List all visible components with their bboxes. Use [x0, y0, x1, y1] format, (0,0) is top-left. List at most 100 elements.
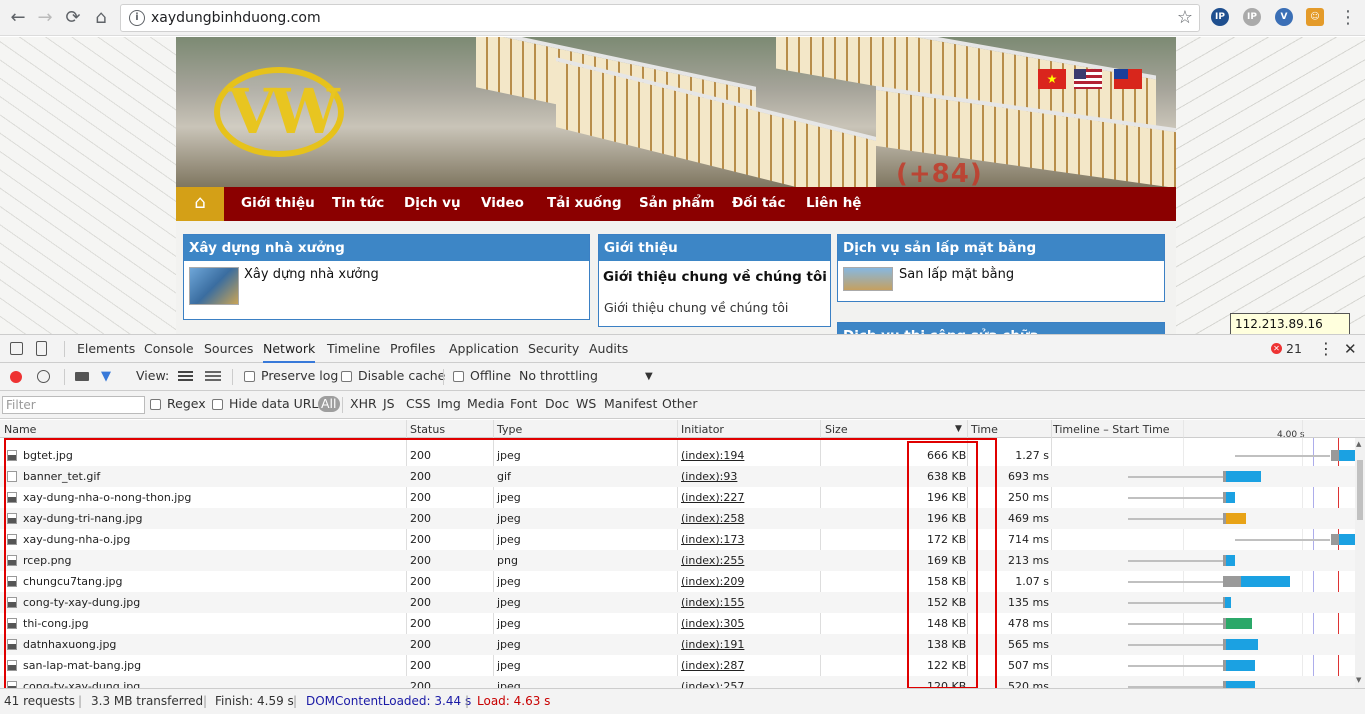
dom-content-loaded: DOMContentLoaded: 3.44 s	[306, 694, 472, 708]
taiwan-flag-icon[interactable]	[1114, 69, 1142, 89]
device-toolbar-icon[interactable]	[36, 341, 47, 356]
filter-other[interactable]: Other	[662, 396, 698, 411]
network-table-header: Name Status Type Initiator Size ▼ Time T…	[0, 420, 1365, 440]
clear-icon[interactable]	[37, 370, 50, 383]
vietnam-flag-icon[interactable]: ★	[1038, 69, 1066, 89]
tab-sources[interactable]: Sources	[204, 335, 253, 363]
column-type[interactable]: Type	[497, 423, 522, 436]
regex-label: Regex	[167, 396, 206, 411]
ip-extension-2-icon[interactable]: IP	[1243, 8, 1261, 26]
filter-xhr[interactable]: XHR	[350, 396, 377, 411]
tab-security[interactable]: Security	[528, 335, 579, 363]
box-thumbnail[interactable]	[189, 267, 239, 305]
column-time[interactable]: Time	[971, 423, 998, 436]
table-scrollbar[interactable]: ▲ ▼	[1355, 438, 1365, 688]
chevron-down-icon[interactable]: ▼	[645, 371, 653, 382]
overview-icon[interactable]	[205, 371, 221, 382]
menu-item-tai-xuong[interactable]: Tải xuống	[547, 187, 622, 221]
box-thumbnail[interactable]	[843, 267, 893, 291]
devtools-menu-icon[interactable]: ⋮	[1318, 335, 1334, 363]
timeline-queue-line	[1127, 644, 1224, 646]
load-time: Load: 4.63 s	[477, 694, 551, 708]
v-extension-icon[interactable]: V	[1275, 8, 1293, 26]
logo-mark: VW	[228, 75, 340, 148]
record-icon[interactable]	[10, 371, 22, 383]
menu-item-san-pham[interactable]: Sản phẩm	[639, 187, 715, 221]
hide-data-urls-checkbox[interactable]	[212, 399, 223, 410]
tab-timeline[interactable]: Timeline	[327, 335, 380, 363]
filter-manifest[interactable]: Manifest	[604, 396, 657, 411]
column-size[interactable]: Size	[825, 423, 848, 436]
highlight-box-size	[907, 441, 978, 689]
menu-item-dich-vu[interactable]: Dịch vụ	[404, 187, 461, 221]
hide-data-urls-label: Hide data URLs	[229, 396, 325, 411]
tab-console[interactable]: Console	[144, 335, 194, 363]
column-timeline[interactable]: Timeline – Start Time	[1053, 423, 1170, 436]
ip-extension-icon[interactable]: IP	[1211, 8, 1229, 26]
sort-desc-icon[interactable]: ▼	[955, 424, 962, 434]
face-extension-icon[interactable]: ☺	[1306, 8, 1324, 26]
box-heading[interactable]: Giới thiệu chung về chúng tôi	[603, 269, 827, 285]
box-link[interactable]: San lấp mặt bằng	[899, 267, 1014, 282]
bookmark-star-icon[interactable]: ☆	[1177, 7, 1193, 28]
large-rows-icon[interactable]	[178, 371, 193, 382]
column-initiator[interactable]: Initiator	[681, 423, 724, 436]
home-menu-icon[interactable]: ⌂	[176, 187, 224, 221]
preserve-log-checkbox[interactable]	[244, 371, 255, 382]
capture-screenshots-icon[interactable]	[75, 372, 89, 381]
timeline-receive-bar	[1225, 597, 1231, 608]
box-title[interactable]: Giới thiệu	[599, 235, 830, 261]
forward-icon[interactable]: →	[33, 6, 57, 30]
filter-css[interactable]: CSS	[406, 396, 431, 411]
throttling-select[interactable]: No throttling	[519, 368, 598, 383]
offline-checkbox[interactable]	[453, 371, 464, 382]
home-icon[interactable]: ⌂	[89, 6, 113, 30]
inspect-element-icon[interactable]	[10, 342, 23, 355]
timeline-receive-bar	[1240, 576, 1290, 587]
timeline-queue-line	[1127, 518, 1224, 520]
timeline-queue-line	[1127, 623, 1224, 625]
back-icon[interactable]: ←	[6, 6, 30, 30]
filter-input[interactable]: Filter	[2, 396, 145, 414]
box-title[interactable]: Dịch vụ thi công sửa chữa	[838, 323, 1164, 334]
timeline-wait-bar	[1223, 576, 1241, 587]
filter-doc[interactable]: Doc	[545, 396, 569, 411]
filter-js[interactable]: JS	[383, 396, 395, 411]
menu-item-video[interactable]: Video	[481, 187, 524, 221]
regex-checkbox[interactable]	[150, 399, 161, 410]
filter-all[interactable]: All	[318, 396, 340, 412]
filter-font[interactable]: Font	[510, 396, 537, 411]
url-text[interactable]: xaydungbinhduong.com	[151, 10, 321, 26]
filter-media[interactable]: Media	[467, 396, 505, 411]
menu-item-doi-tac[interactable]: Đối tác	[732, 187, 785, 221]
box-link[interactable]: Xây dựng nhà xưởng	[244, 267, 379, 282]
box-title[interactable]: Dịch vụ sản lấp mặt bằng	[838, 235, 1164, 261]
menu-item-gioi-thieu[interactable]: Giới thiệu	[241, 187, 315, 221]
box-title[interactable]: Xây dựng nhà xưởng	[184, 235, 589, 261]
tab-application[interactable]: Application	[449, 335, 519, 363]
info-icon[interactable]: i	[129, 10, 145, 26]
tab-audits[interactable]: Audits	[589, 335, 628, 363]
tab-network[interactable]: Network	[263, 335, 316, 363]
filter-img[interactable]: Img	[437, 396, 461, 411]
usa-flag-icon[interactable]	[1074, 69, 1102, 89]
filter-icon[interactable]: ▼	[101, 369, 111, 384]
close-devtools-icon[interactable]: ✕	[1344, 335, 1357, 363]
disable-cache-checkbox[interactable]	[341, 371, 352, 382]
tab-elements[interactable]: Elements	[77, 335, 135, 363]
filter-ws[interactable]: WS	[576, 396, 596, 411]
address-bar[interactable]: i xaydungbinhduong.com ☆	[120, 4, 1200, 32]
menu-dots-icon[interactable]: ⋮	[1336, 6, 1360, 30]
request-time: 1.07 s	[1015, 575, 1049, 588]
column-name[interactable]: Name	[4, 423, 36, 436]
main-menu: ⌂ Giới thiệu Tin tức Dịch vụ Video Tải x…	[176, 187, 1176, 221]
menu-item-tin-tuc[interactable]: Tin tức	[332, 187, 384, 221]
reload-icon[interactable]: ⟳	[61, 6, 85, 30]
error-icon[interactable]: ✕	[1271, 343, 1282, 354]
menu-item-lien-he[interactable]: Liên hệ	[806, 187, 861, 221]
error-count[interactable]: 21	[1286, 335, 1302, 363]
column-status[interactable]: Status	[410, 423, 445, 436]
box-san-lap-mat-bang: Dịch vụ sản lấp mặt bằng San lấp mặt bằn…	[837, 234, 1165, 302]
timeline-receive-bar	[1226, 492, 1235, 503]
tab-profiles[interactable]: Profiles	[390, 335, 435, 363]
